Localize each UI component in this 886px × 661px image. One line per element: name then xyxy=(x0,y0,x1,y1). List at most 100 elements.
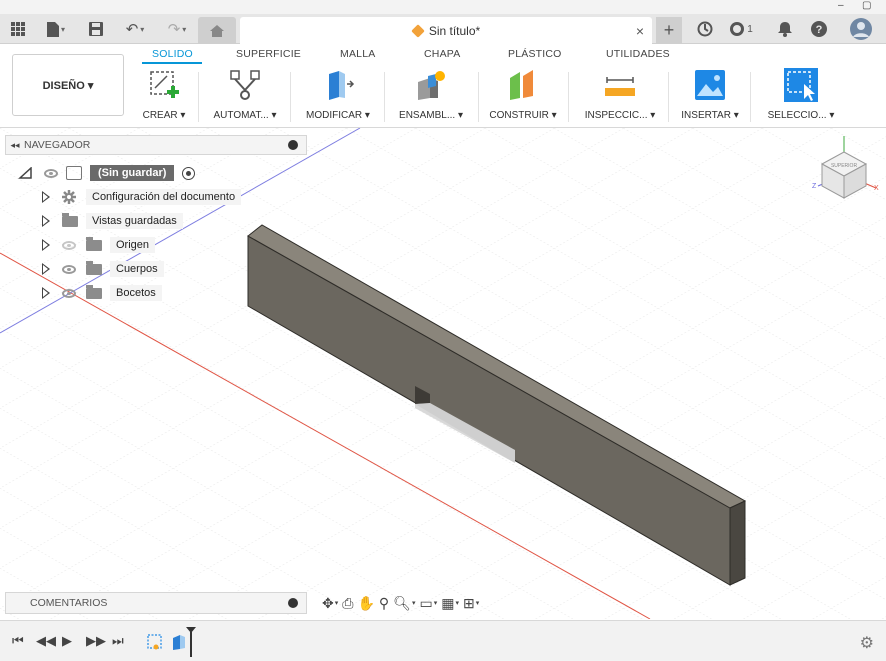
ribbon-divider xyxy=(668,72,669,122)
folder-icon xyxy=(62,212,78,227)
document-cube-icon xyxy=(411,24,425,38)
inspect-group[interactable]: INSPECCIC... ▾ xyxy=(580,66,660,128)
collapse-panel-icon[interactable]: ◂◂ xyxy=(6,140,24,151)
tree-item-label: Bocetos xyxy=(110,285,162,301)
folder-icon xyxy=(86,236,102,251)
tree-item-document-settings[interactable]: Configuración del documento xyxy=(42,187,242,207)
redo-icon[interactable]: ↷ ▾ xyxy=(160,14,194,44)
tree-item-saved-views[interactable]: Vistas guardadas xyxy=(42,211,183,231)
help-icon[interactable]: ? xyxy=(808,14,830,44)
step-forward-icon[interactable]: ▶▶ xyxy=(86,633,106,649)
timeline-settings-gear-icon[interactable]: ⚙ xyxy=(860,633,874,653)
inspect-icon xyxy=(605,77,635,96)
tree-item-origin[interactable]: Origen xyxy=(42,235,156,255)
visibility-icon[interactable] xyxy=(44,168,58,178)
navigator-title: NAVEGADOR xyxy=(24,139,91,151)
root-component-label[interactable]: (Sin guardar) xyxy=(90,165,175,181)
ribbon-divider xyxy=(198,72,199,122)
viewports-icon[interactable]: ⊞ ▾ xyxy=(463,595,479,612)
tab-malla[interactable]: MALLA xyxy=(340,48,375,60)
extensions-icon[interactable] xyxy=(694,14,716,44)
user-avatar-icon[interactable] xyxy=(848,14,874,44)
insert-icon xyxy=(695,70,725,100)
visibility-icon[interactable] xyxy=(62,288,76,298)
create-sketch-icon xyxy=(150,71,179,98)
minimize-button[interactable]: – xyxy=(838,0,844,11)
assemble-group[interactable]: ENSAMBL... ▾ xyxy=(392,66,470,128)
visibility-icon[interactable] xyxy=(62,264,76,274)
navigator-panel[interactable]: ◂◂ NAVEGADOR xyxy=(5,135,307,155)
expand-triangle-icon[interactable] xyxy=(18,167,32,179)
inspect-label: INSPECCIC... ▾ xyxy=(584,110,656,121)
construct-label: CONSTRUIR ▾ xyxy=(489,110,557,121)
insert-group[interactable]: INSERTAR ▾ xyxy=(676,66,744,128)
hidden-eye-icon[interactable] xyxy=(62,240,76,250)
tab-superficie[interactable]: SUPERFICIE xyxy=(236,48,301,60)
create-group[interactable]: CREAR ▾ xyxy=(136,66,192,128)
look-at-icon[interactable]: ⎙ xyxy=(342,595,353,612)
step-back-icon[interactable]: ◀◀ xyxy=(36,633,56,649)
automate-icon xyxy=(230,70,260,100)
zoom-icon[interactable]: ⚲ xyxy=(379,595,389,612)
display-settings-icon[interactable]: ▭ ▾ xyxy=(419,595,437,612)
modify-label: MODIFICAR ▾ xyxy=(306,110,370,121)
automate-group[interactable]: AUTOMAT... ▾ xyxy=(206,66,284,128)
modify-icon xyxy=(329,71,355,100)
notifications-icon[interactable] xyxy=(774,14,796,44)
undo-icon[interactable]: ↶ ▾ xyxy=(118,14,152,44)
modify-group[interactable]: MODIFICAR ▾ xyxy=(302,66,374,128)
insert-label: INSERTAR ▾ xyxy=(681,110,739,121)
save-icon[interactable] xyxy=(86,14,106,44)
close-tab-button[interactable]: × xyxy=(636,23,644,39)
tree-item-label: Configuración del documento xyxy=(86,189,242,205)
restore-button[interactable]: ▢ xyxy=(862,0,871,11)
expand-triangle-icon[interactable] xyxy=(42,191,50,203)
add-comment-button[interactable] xyxy=(288,598,298,608)
expand-triangle-icon[interactable] xyxy=(42,263,50,275)
document-tab[interactable]: Sin título* × xyxy=(240,17,652,45)
jobs-count: 1 xyxy=(747,23,753,35)
play-icon[interactable]: ▶ xyxy=(62,633,72,649)
sketch-feature-icon[interactable] xyxy=(146,633,164,651)
grid-settings-icon[interactable]: ▦ ▾ xyxy=(441,595,459,612)
tab-utilidades[interactable]: UTILIDADES xyxy=(606,48,670,60)
pan-hand-icon[interactable]: ✋ xyxy=(357,595,374,612)
home-button[interactable] xyxy=(198,17,236,44)
select-group[interactable]: SELECCIO... ▾ xyxy=(760,66,842,128)
panel-toggle-button[interactable] xyxy=(288,140,298,150)
tree-item-sketches[interactable]: Bocetos xyxy=(42,283,162,303)
construct-group[interactable]: CONSTRUIR ▾ xyxy=(486,66,560,128)
jobs-status-icon[interactable]: 1 xyxy=(726,14,756,44)
ribbon-divider xyxy=(478,72,479,122)
expand-triangle-icon[interactable] xyxy=(42,215,50,227)
tab-chapa[interactable]: CHAPA xyxy=(424,48,460,60)
new-tab-button[interactable]: + xyxy=(656,17,682,44)
go-to-start-icon[interactable]: ⏮ xyxy=(12,633,24,649)
folder-icon xyxy=(86,260,102,275)
fit-zoom-icon[interactable]: 🔍︎ ▾ xyxy=(393,595,415,612)
activate-radio-icon[interactable] xyxy=(182,166,196,180)
expand-triangle-icon[interactable] xyxy=(42,239,50,251)
timeline-marker-icon[interactable] xyxy=(186,627,196,657)
viewcube[interactable]: SUPERIOR Z X xyxy=(808,134,880,206)
workspace-switcher[interactable]: DISEÑO ▾ xyxy=(12,54,124,116)
create-label: CREAR ▾ xyxy=(142,110,186,121)
tree-item-bodies[interactable]: Cuerpos xyxy=(42,259,164,279)
tab-plastico[interactable]: PLÁSTICO xyxy=(508,48,562,60)
tab-solido[interactable]: SOLIDO xyxy=(152,48,193,60)
go-to-end-icon[interactable]: ⏭ xyxy=(112,633,124,649)
svg-text:?: ? xyxy=(816,24,823,36)
tree-item-label: Vistas guardadas xyxy=(86,213,183,229)
file-menu-icon[interactable]: ▾ xyxy=(40,14,72,44)
toolbar-ribbon: SOLIDO SUPERFICIE MALLA CHAPA PLÁSTICO U… xyxy=(0,44,886,128)
expand-triangle-icon[interactable] xyxy=(42,287,50,299)
comments-panel[interactable]: COMENTARIOS xyxy=(5,592,307,614)
navigation-toolbar: ✥ ▾ ⎙ ✋ ⚲ 🔍︎ ▾ ▭ ▾ ▦ ▾ ⊞ ▾ xyxy=(322,591,568,615)
orbit-icon[interactable]: ✥ ▾ xyxy=(322,595,338,612)
timeline-bar: ⏮ ◀◀ ▶ ▶▶ ⏭ ⚙ xyxy=(0,620,886,661)
tree-item-label: Origen xyxy=(110,237,156,253)
ribbon-divider xyxy=(568,72,569,122)
apps-grid-icon[interactable] xyxy=(6,14,30,44)
tree-root[interactable]: (Sin guardar) xyxy=(18,163,196,183)
ribbon-divider xyxy=(750,72,751,122)
